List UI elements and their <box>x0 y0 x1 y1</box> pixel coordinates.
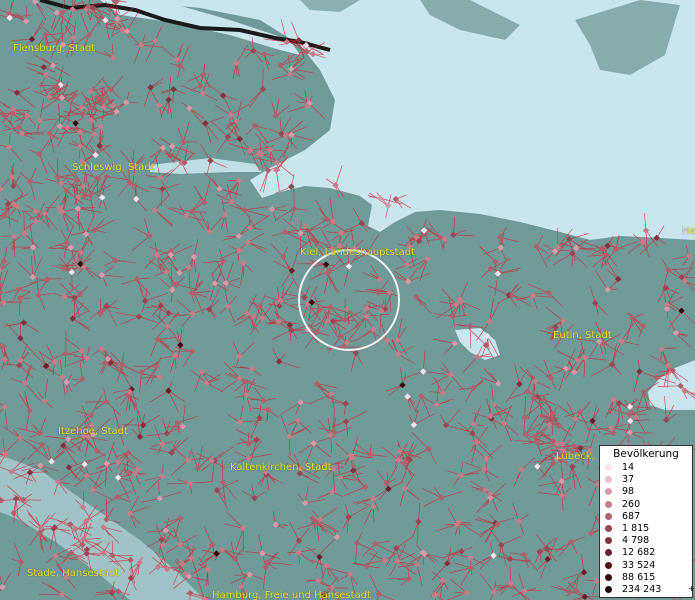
place-label-stade[interactable]: Stade, Hansestadt <box>27 568 119 579</box>
legend-swatch <box>605 561 612 569</box>
place-label-eutin[interactable]: Eutin, Stadt <box>553 330 612 341</box>
legend-label: 234 243 <box>622 583 662 595</box>
legend-label: 260 <box>622 498 641 510</box>
legend-swatch <box>605 524 612 532</box>
map-base-layer <box>0 0 695 600</box>
legend-swatch <box>605 585 612 593</box>
legend-swatch <box>605 464 612 471</box>
legend-label: 4 798 <box>622 535 650 547</box>
legend-swatch <box>605 512 612 520</box>
legend-entries: 14 37 98 260 687 1 815 4 798 12 682 33 524 88 615… <box>600 462 692 596</box>
legend-title: Bevölkerung <box>613 448 679 460</box>
legend-entry: 33 524 <box>600 560 692 572</box>
population-legend: Bevölkerung 14 37 98 260 687 1 815 4 798 12 682… <box>599 445 695 598</box>
place-label-kiel[interactable]: Kiel, Landeshauptstadt <box>300 247 415 258</box>
place-label-schleswig[interactable]: Schleswig, Stadt <box>72 162 155 173</box>
legend-entry: 14 <box>600 462 692 474</box>
map-view[interactable]: Flensburg, Stadt Schleswig, Stadt Kiel, … <box>0 0 695 600</box>
place-label-luebeck[interactable]: Lübeck, <box>556 451 595 462</box>
legend-entry: 88 615 <box>600 572 692 584</box>
legend-label: 98 <box>622 486 635 498</box>
legend-entry: 687 <box>600 511 692 523</box>
legend-entry: 260 <box>600 499 692 511</box>
legend-label: 88 615 <box>622 571 656 583</box>
place-label-cut[interactable]: He <box>682 226 695 237</box>
legend-swatch <box>605 488 612 496</box>
legend-swatch <box>605 476 612 484</box>
legend-entry: 12 682 <box>600 547 692 559</box>
legend-swatch <box>605 573 612 581</box>
legend-entry: 98 <box>600 486 692 498</box>
place-label-flensburg[interactable]: Flensburg, Stadt <box>13 43 95 54</box>
place-label-kaltenkirchen[interactable]: Kaltenkirchen, Stadt <box>230 462 332 473</box>
legend-label: 33 524 <box>622 559 656 571</box>
legend-label: 1 815 <box>622 522 650 534</box>
legend-entry: 37 <box>600 474 692 486</box>
legend-swatch <box>605 549 612 557</box>
legend-label: 687 <box>622 510 641 522</box>
legend-label: 12 682 <box>622 547 656 559</box>
legend-label: 37 <box>622 474 635 486</box>
legend-entry: 234 243 <box>600 584 692 596</box>
legend-entry: 1 815 <box>600 523 692 535</box>
place-label-itzehoe[interactable]: Itzehoe, Stadt <box>58 426 128 437</box>
legend-swatch <box>605 537 612 545</box>
legend-label: 14 <box>622 462 635 473</box>
legend-swatch <box>605 500 612 508</box>
legend-plus: + <box>688 584 695 593</box>
place-label-hamburg[interactable]: Hamburg, Freie und Hansestadt <box>212 590 371 600</box>
legend-entry: 4 798 <box>600 535 692 547</box>
